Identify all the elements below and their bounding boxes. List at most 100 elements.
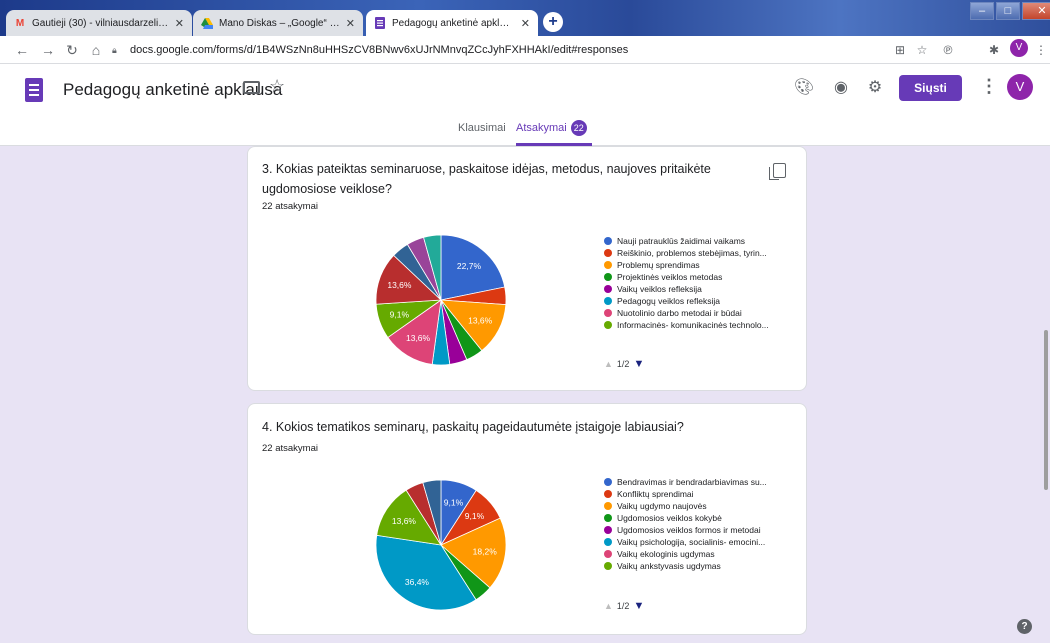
pie-chart: 22,7% 13,6% 13,6% 9,1% 13,6% xyxy=(375,234,507,366)
window-close-icon[interactable]: ✕ xyxy=(1022,2,1050,20)
slice-label: 36,4% xyxy=(405,577,430,587)
legend-label: Reiškinio, problemos stebėjimas, tyrin..… xyxy=(617,248,767,258)
legend-item: Nauji patrauklūs žaidimai vaikams xyxy=(604,235,769,247)
legend-label: Vaikų ekologinis ugdymas xyxy=(617,549,715,559)
browser-tab-gmail[interactable]: M Gautieji (30) - vilniausdarzelis.vai ✕ xyxy=(6,10,192,36)
folder-icon[interactable] xyxy=(243,81,260,94)
profile-avatar[interactable]: V xyxy=(1010,39,1028,57)
tab-responses[interactable]: Atsakymai 22 xyxy=(516,120,592,146)
slice-label: 13,6% xyxy=(387,280,412,290)
url-field[interactable]: 🔒︎ docs.google.com/forms/d/1B4WSzNn8uHHS… xyxy=(112,40,628,60)
legend-label: Konfliktų sprendimai xyxy=(617,489,694,499)
legend-label: Bendravimas ir bendradarbiavimas su... xyxy=(617,477,767,487)
legend-item: Pedagogų veiklos refleksija xyxy=(604,295,769,307)
legend-label: Problemų sprendimas xyxy=(617,260,700,270)
legend-label: Projektinės veiklos metodas xyxy=(617,272,723,282)
question-title: 3. Kokias pateiktas seminaruose, paskait… xyxy=(262,159,711,199)
legend-item: Vaikų veiklos refleksija xyxy=(604,283,769,295)
response-count: 22 atsakymai xyxy=(262,201,318,212)
page-scrollbar[interactable] xyxy=(1044,330,1048,490)
close-tab-icon[interactable]: ✕ xyxy=(521,17,530,30)
chart-legend: Nauji patrauklūs žaidimai vaikams Reiškin… xyxy=(604,235,769,331)
palette-icon[interactable]: 🎨︎ xyxy=(793,77,815,99)
legend-pager: ▲ 1/2 ▼ xyxy=(604,600,644,612)
legend-swatch xyxy=(604,502,612,510)
browser-menu-icon[interactable]: ⋮ xyxy=(1031,40,1050,60)
question-card: 4. Kokios tematikos seminarų, paskaitų p… xyxy=(247,403,807,635)
legend-page: 1/2 xyxy=(616,359,630,369)
legend-prev-icon[interactable]: ▲ xyxy=(604,601,613,611)
legend-swatch xyxy=(604,261,612,269)
account-avatar[interactable]: V xyxy=(1007,74,1033,100)
slice-label: 13,6% xyxy=(406,333,431,343)
question-title-line: ugdomosiose veiklose? xyxy=(262,182,392,196)
pinterest-icon[interactable]: ℗ xyxy=(938,40,958,60)
home-icon[interactable]: ⌂ xyxy=(86,40,106,60)
legend-item: Vaikų ankstyvasis ugdymas xyxy=(604,560,767,572)
question-title: 4. Kokios tematikos seminarų, paskaitų p… xyxy=(262,417,684,437)
legend-item: Vaikų ugdymo naujovės xyxy=(604,500,767,512)
forms-logo-icon[interactable] xyxy=(25,78,43,102)
tab-responses-label: Atsakymai xyxy=(516,122,567,134)
legend-swatch xyxy=(604,297,612,305)
close-tab-icon[interactable]: ✕ xyxy=(175,17,184,30)
legend-prev-icon[interactable]: ▲ xyxy=(604,359,613,369)
new-tab-button[interactable]: + xyxy=(543,12,563,32)
browser-tab-forms[interactable]: Pedagogų anketinė apklausa - „C ✕ xyxy=(366,10,538,36)
browser-tab-strip: M Gautieji (30) - vilniausdarzelis.vai ✕… xyxy=(0,0,1050,36)
close-tab-icon[interactable]: ✕ xyxy=(346,17,355,30)
pie-chart: 9,1%9,1% 18,2% 36,4% 13,6% xyxy=(375,479,507,611)
browser-tab-title: Pedagogų anketinė apklausa - „C xyxy=(392,17,515,29)
legend-next-icon[interactable]: ▼ xyxy=(633,358,644,370)
slice-label: 13,6% xyxy=(392,516,417,526)
lock-icon: 🔒︎ xyxy=(112,45,117,55)
tab-questions[interactable]: Klausimai xyxy=(458,120,506,146)
star-icon[interactable]: ☆ xyxy=(269,76,285,97)
legend-label: Vaikų ugdymo naujovės xyxy=(617,501,707,511)
legend-swatch xyxy=(604,321,612,329)
legend-item: Ugdomosios veiklos kokybė xyxy=(604,512,767,524)
legend-swatch xyxy=(604,478,612,486)
translate-icon[interactable]: ⊞ xyxy=(890,40,910,60)
legend-label: Vaikų veiklos refleksija xyxy=(617,284,702,294)
settings-gear-icon[interactable]: ⚙ xyxy=(864,77,886,99)
legend-item: Konfliktų sprendimai xyxy=(604,488,767,500)
legend-swatch xyxy=(604,273,612,281)
browser-tab-title: Gautieji (30) - vilniausdarzelis.vai xyxy=(32,17,169,29)
maximize-icon[interactable]: □ xyxy=(996,2,1020,20)
back-icon[interactable]: ← xyxy=(12,40,32,60)
legend-label: Ugdomosios veiklos formos ir metodai xyxy=(617,525,761,535)
bookmark-star-icon[interactable]: ☆ xyxy=(912,40,932,60)
legend-swatch xyxy=(604,285,612,293)
legend-label: Pedagogų veiklos refleksija xyxy=(617,296,721,306)
legend-swatch xyxy=(604,237,612,245)
legend-next-icon[interactable]: ▼ xyxy=(633,600,644,612)
slice-label: 9,1% xyxy=(390,310,410,320)
preview-eye-icon[interactable]: ◉ xyxy=(830,77,852,99)
response-count: 22 atsakymai xyxy=(262,443,318,454)
form-header: Pedagogų anketinė apklausa ☆ 🎨︎ ◉ ⚙ Siųs… xyxy=(0,64,1050,146)
extensions-icon[interactable]: ✱ xyxy=(984,40,1004,60)
help-icon[interactable]: ? xyxy=(1017,619,1032,634)
copy-chart-icon[interactable] xyxy=(769,163,786,180)
send-button[interactable]: Siųsti xyxy=(899,75,962,101)
browser-tab-drive[interactable]: Mano Diskas – „Google“ diskas" ✕ xyxy=(193,10,363,36)
legend-swatch xyxy=(604,490,612,498)
legend-swatch xyxy=(604,538,612,546)
slice-label: 18,2% xyxy=(473,546,498,556)
question-title-line: 3. Kokias pateiktas seminaruose, paskait… xyxy=(262,162,711,176)
slice-label: 13,6% xyxy=(468,315,493,325)
forward-icon[interactable]: → xyxy=(38,40,58,60)
legend-item: Nuotolinio darbo metodai ir būdai xyxy=(604,307,769,319)
legend-item: Reiškinio, problemos stebėjimas, tyrin..… xyxy=(604,247,769,259)
legend-label: Nuotolinio darbo metodai ir būdai xyxy=(617,308,742,318)
legend-label: Vaikų psichologija, socialinis- emocini.… xyxy=(617,537,766,547)
more-options-icon[interactable]: ⋮ xyxy=(980,76,998,97)
legend-item: Vaikų psichologija, socialinis- emocini.… xyxy=(604,536,767,548)
minimize-icon[interactable]: – xyxy=(970,2,994,20)
reload-icon[interactable]: ↻ xyxy=(62,40,82,60)
window-controls: – □ ✕ xyxy=(968,2,1050,22)
legend-item: Projektinės veiklos metodas xyxy=(604,271,769,283)
slice-label: 9,1% xyxy=(465,511,485,521)
legend-swatch xyxy=(604,309,612,317)
